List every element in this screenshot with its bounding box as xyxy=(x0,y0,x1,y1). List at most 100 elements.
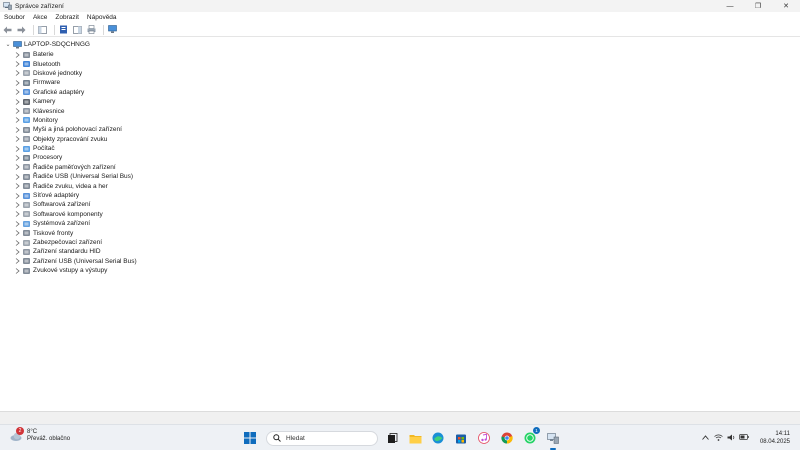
system-tray xyxy=(700,432,752,442)
tree-category-item[interactable]: Zabezpečovací zařízení xyxy=(13,238,137,247)
tree-category-item[interactable]: Monitory xyxy=(13,116,137,125)
menu-action[interactable]: Akce xyxy=(29,14,51,21)
chevron-right-icon[interactable] xyxy=(13,51,21,59)
weather-widget[interactable]: 2 8°C Převáž. oblačno xyxy=(10,427,70,443)
tree-category-item[interactable]: Zařízení USB (Universal Serial Bus) xyxy=(13,257,137,266)
chevron-right-icon[interactable] xyxy=(13,182,21,190)
close-button[interactable]: ✕ xyxy=(772,0,800,12)
tree-category-item[interactable]: Síťové adaptéry xyxy=(13,191,137,200)
file-explorer-button[interactable] xyxy=(406,429,424,447)
tree-category-item[interactable]: Procesory xyxy=(13,153,137,162)
scan-hardware-button[interactable] xyxy=(107,24,118,35)
chevron-right-icon[interactable] xyxy=(13,60,21,68)
usb-controller-icon xyxy=(23,173,30,180)
tree-category-item[interactable]: Firmware xyxy=(13,78,137,87)
category-label: Kamery xyxy=(33,98,56,106)
whatsapp-button[interactable]: 1 xyxy=(521,427,540,447)
chevron-right-icon[interactable] xyxy=(13,163,21,171)
properties-button[interactable] xyxy=(58,24,69,35)
chevron-right-icon[interactable] xyxy=(13,248,21,256)
music-note-icon xyxy=(478,432,490,444)
chevron-right-icon[interactable] xyxy=(13,69,21,77)
minimize-button[interactable]: — xyxy=(716,0,744,12)
toolbar-separator xyxy=(54,24,55,35)
help-button[interactable] xyxy=(72,24,83,35)
toolbar xyxy=(0,23,800,37)
storage-controller-icon xyxy=(23,164,30,171)
tree-category-item[interactable]: Grafické adaptéry xyxy=(13,88,137,97)
microsoft-store-button[interactable] xyxy=(452,429,470,447)
tree-category-item[interactable]: Řadiče USB (Universal Serial Bus) xyxy=(13,172,137,181)
tree-category-item[interactable]: Zvukové vstupy a výstupy xyxy=(13,266,137,275)
task-view-button[interactable] xyxy=(383,429,401,447)
chevron-right-icon[interactable] xyxy=(13,154,21,162)
battery-icon[interactable] xyxy=(739,432,749,442)
print-button[interactable] xyxy=(86,24,97,35)
firmware-icon xyxy=(23,79,30,86)
tree-root-node[interactable]: ⌄ LAPTOP-SDQCHNGG xyxy=(4,40,90,49)
tree-category-item[interactable]: Počítač xyxy=(13,144,137,153)
tree-category-item[interactable]: Tiskové fronty xyxy=(13,228,137,237)
edge-browser-button[interactable] xyxy=(429,429,447,447)
tree-category-item[interactable]: Diskové jednotky xyxy=(13,69,137,78)
chevron-right-icon[interactable] xyxy=(13,107,21,115)
chevron-right-icon[interactable] xyxy=(13,210,21,218)
forward-button[interactable] xyxy=(16,24,27,35)
disk-drive-icon xyxy=(23,70,30,77)
tree-category-item[interactable]: Objekty zpracování zvuku xyxy=(13,135,137,144)
chrome-button[interactable] xyxy=(498,429,516,447)
tree-category-item[interactable]: Myši a jiná polohovací zařízení xyxy=(13,125,137,134)
tree-category-item[interactable]: Softwarové komponenty xyxy=(13,210,137,219)
windows-logo-icon xyxy=(244,432,256,444)
tree-category-item[interactable]: Systémová zařízení xyxy=(13,219,137,228)
chevron-right-icon[interactable] xyxy=(13,79,21,87)
chevron-right-icon[interactable] xyxy=(13,220,21,228)
tree-category-item[interactable]: Kamery xyxy=(13,97,137,106)
processor-icon xyxy=(23,154,30,161)
chevron-right-icon[interactable] xyxy=(13,126,21,134)
start-button[interactable] xyxy=(241,429,259,447)
chevron-right-icon[interactable] xyxy=(13,173,21,181)
itunes-button[interactable] xyxy=(475,429,493,447)
chevron-right-icon[interactable] xyxy=(13,201,21,209)
chevron-right-icon[interactable] xyxy=(13,116,21,124)
tree-category-item[interactable]: Řadiče paměťových zařízení xyxy=(13,163,137,172)
audio-io-icon xyxy=(23,267,30,274)
maximize-button[interactable]: ❐ xyxy=(744,0,772,12)
chevron-right-icon[interactable] xyxy=(13,239,21,247)
clock[interactable]: 14:11 08.04.2025 xyxy=(760,430,790,446)
device-manager-taskbar-button[interactable] xyxy=(544,429,562,450)
back-button[interactable] xyxy=(2,24,13,35)
chevron-up-icon[interactable] xyxy=(700,432,710,442)
wifi-icon[interactable] xyxy=(713,432,723,442)
tree-category-item[interactable]: Zařízení standardu HID xyxy=(13,247,137,256)
network-adapter-icon xyxy=(23,192,30,199)
monitor-scan-icon xyxy=(107,25,117,33)
category-label: Zařízení USB (Universal Serial Bus) xyxy=(33,257,137,265)
arrow-right-icon xyxy=(17,26,26,33)
tree-category-item[interactable]: Klávesnice xyxy=(13,106,137,115)
volume-icon[interactable] xyxy=(726,432,736,442)
software-device-icon xyxy=(23,201,30,208)
menu-help[interactable]: Nápověda xyxy=(83,14,121,21)
search-icon xyxy=(273,434,281,442)
category-label: Tiskové fronty xyxy=(33,229,74,237)
chevron-right-icon[interactable] xyxy=(13,88,21,96)
chevron-right-icon[interactable] xyxy=(13,98,21,106)
menu-file[interactable]: Soubor xyxy=(0,14,29,21)
tree-category-item[interactable]: Softwarová zařízení xyxy=(13,200,137,209)
chevron-right-icon[interactable] xyxy=(13,145,21,153)
show-hide-console-tree-button[interactable] xyxy=(37,24,48,35)
chevron-right-icon[interactable] xyxy=(13,135,21,143)
chevron-right-icon[interactable] xyxy=(13,229,21,237)
chevron-right-icon[interactable] xyxy=(13,267,21,275)
taskbar-search[interactable]: Hledat xyxy=(266,430,378,446)
chevron-right-icon[interactable] xyxy=(13,192,21,200)
tree-category-item[interactable]: Řadiče zvuku, videa a her xyxy=(13,181,137,190)
tree-category-item[interactable]: Bluetooth xyxy=(13,59,137,68)
chevron-right-icon[interactable] xyxy=(13,257,21,265)
category-label: Objekty zpracování zvuku xyxy=(33,135,108,143)
chevron-down-icon[interactable]: ⌄ xyxy=(4,41,12,49)
tree-category-item[interactable]: Baterie xyxy=(13,50,137,59)
menu-view[interactable]: Zobrazit xyxy=(51,14,82,21)
